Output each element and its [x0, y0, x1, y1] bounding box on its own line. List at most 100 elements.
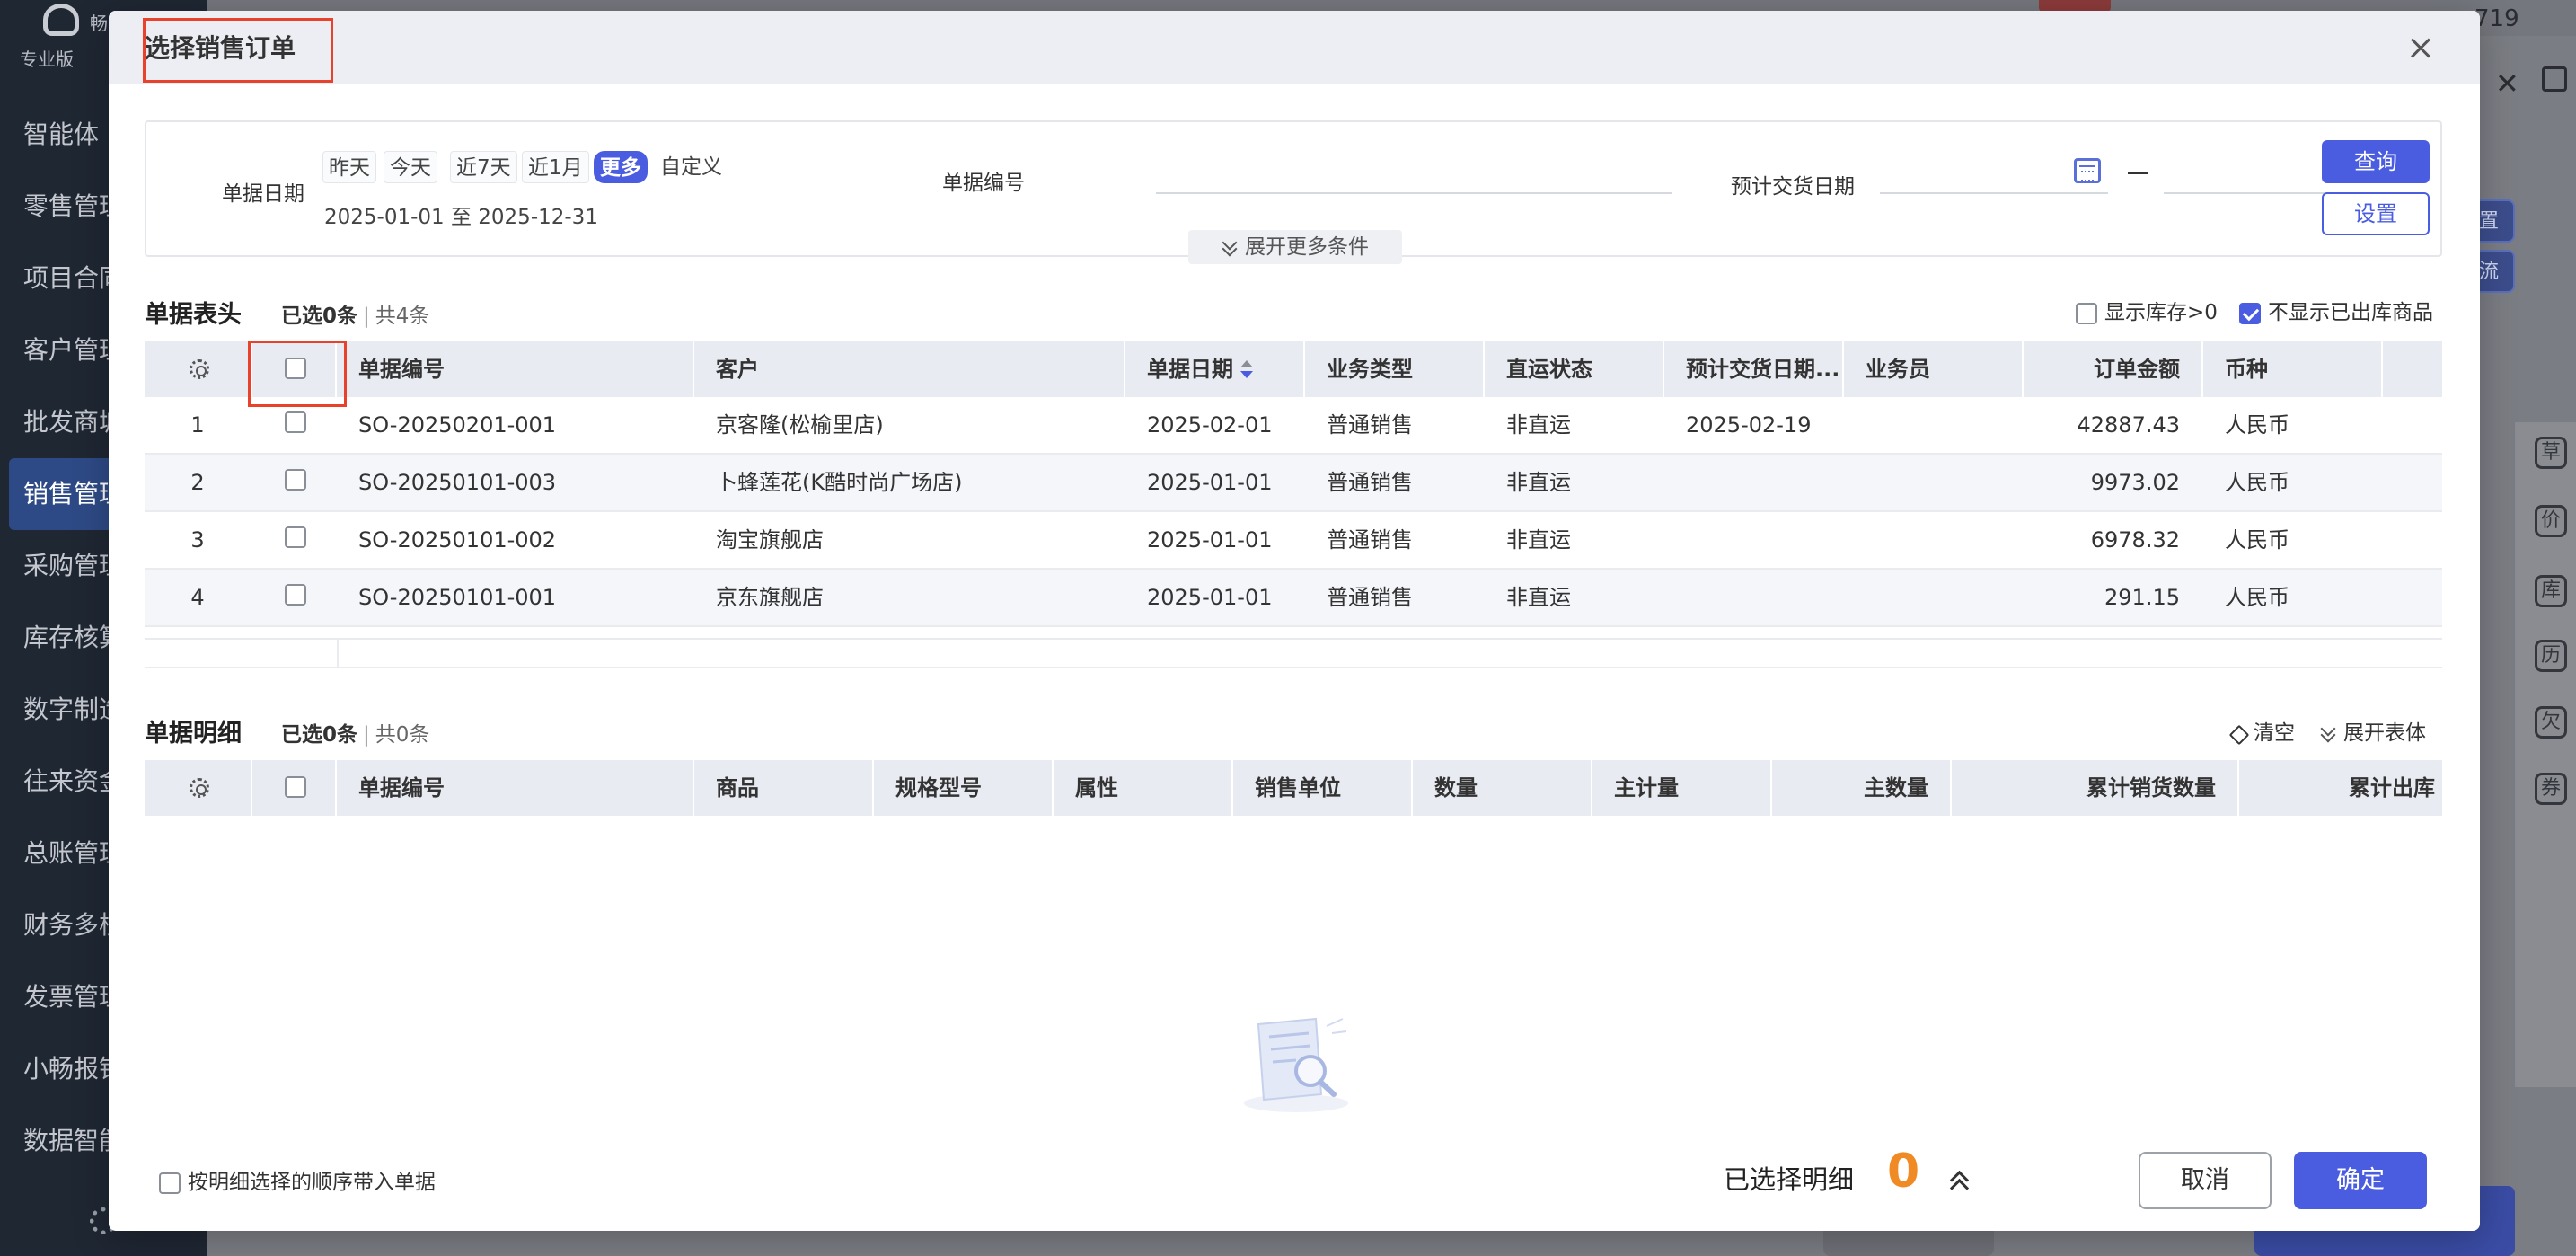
- quick-date-chip[interactable]: 更多: [594, 151, 648, 183]
- quick-date-chip[interactable]: 今天: [384, 151, 437, 183]
- expand-more-conditions-button[interactable]: 展开更多条件: [1188, 230, 1402, 264]
- order-option-checkbox[interactable]: [159, 1172, 181, 1194]
- toolbar-icon[interactable]: 草: [2535, 437, 2567, 469]
- column-header-label: 业务员: [1866, 357, 1930, 382]
- select-sales-order-dialog: 选择销售订单 单据日期 昨天 今天 近7天 近1月 更多 自定义 2025-01-01 至…: [109, 11, 2480, 1231]
- column-header[interactable]: 单据编号: [337, 341, 694, 397]
- table-cell: SO-20250101-001: [358, 585, 557, 610]
- cancel-button[interactable]: 取消: [2139, 1152, 2272, 1209]
- column-settings-gear-icon[interactable]: [190, 359, 209, 379]
- background-close-icon[interactable]: ✕: [2495, 66, 2519, 101]
- sort-icon[interactable]: [1240, 360, 1253, 380]
- selected-detail-count: 0: [1887, 1145, 1920, 1199]
- column-header-label: 预计交货日期...: [1686, 357, 1840, 382]
- column-header[interactable]: 直运状态: [1485, 341, 1664, 397]
- quick-date-chip[interactable]: 昨天: [322, 151, 376, 183]
- column-header[interactable]: 单据日期: [1125, 341, 1305, 397]
- table-cell: 普通销售: [1327, 470, 1413, 495]
- table-row[interactable]: 3 SO-20250101-002 淘宝旗舰店 2025-01-01 普通销售 非直运 69…: [145, 512, 2442, 570]
- toolbar-icon[interactable]: 库: [2535, 575, 2567, 607]
- column-header-label: 业务类型: [1327, 357, 1413, 382]
- table-row[interactable]: 4 SO-20250101-001 京东旗舰店 2025-01-01 普通销售 非直运 29…: [145, 570, 2442, 627]
- quick-date-chip[interactable]: 自定义: [655, 151, 728, 183]
- column-header[interactable]: 币种: [2203, 341, 2383, 397]
- table-cell: SO-20250101-002: [358, 527, 557, 553]
- column-header-label: 单据日期: [1147, 357, 1233, 382]
- double-chevron-up-icon[interactable]: [1946, 1170, 1973, 1197]
- column-header[interactable]: 主计量: [1592, 760, 1772, 816]
- confirm-button[interactable]: 确定: [2294, 1152, 2427, 1209]
- doc-no-input[interactable]: [1156, 153, 1672, 194]
- table-row[interactable]: 1 SO-20250201-001 京客隆(松榆里店) 2025-02-01 普通销售 非…: [145, 397, 2442, 455]
- row-checkbox[interactable]: [285, 469, 306, 491]
- hide-outbound-option[interactable]: 不显示已出库商品: [2239, 295, 2433, 325]
- column-header[interactable]: 单据编号: [337, 760, 694, 816]
- doc-date-label: 单据日期: [222, 182, 304, 206]
- column-header[interactable]: 属性: [1054, 760, 1233, 816]
- table-cell: 非直运: [1506, 527, 1571, 553]
- column-header[interactable]: 规格型号: [874, 760, 1054, 816]
- column-header[interactable]: 累计出库: [2239, 760, 2442, 816]
- close-icon[interactable]: [2403, 31, 2439, 66]
- range-separator: [2128, 172, 2148, 174]
- table-cell: 2025-01-01: [1147, 527, 1273, 553]
- toolbar-icon[interactable]: 欠: [2535, 706, 2567, 739]
- hide-outbound-checkbox[interactable]: [2239, 302, 2261, 324]
- column-header[interactable]: 订单金额: [2024, 341, 2203, 397]
- table-cell: 人民币: [2225, 470, 2289, 495]
- row-checkbox[interactable]: [285, 526, 306, 548]
- table-cell: SO-20250101-003: [358, 470, 557, 495]
- toolbar-icon[interactable]: 历: [2535, 640, 2567, 672]
- column-header[interactable]: 业务类型: [1305, 341, 1485, 397]
- column-header[interactable]: 数量: [1413, 760, 1592, 816]
- column-header[interactable]: 销售单位: [1233, 760, 1413, 816]
- empty-data-illustration: [1244, 1017, 1348, 1112]
- table-cell: 非直运: [1506, 585, 1571, 610]
- show-stock-option[interactable]: 显示库存>0: [2076, 295, 2218, 325]
- header-total-count: 共4条: [375, 305, 430, 328]
- doc-date-range[interactable]: 2025-01-01 至 2025-12-31: [324, 199, 598, 230]
- settings-button[interactable]: 设置: [2322, 192, 2430, 235]
- query-button[interactable]: 查询: [2322, 140, 2430, 183]
- table-row[interactable]: 2 SO-20250101-003 卜蜂莲花(K酷时尚广场店) 2025-01-01 普…: [145, 455, 2442, 512]
- column-header-label: 单据编号: [358, 357, 445, 382]
- background-top-number: 719: [2475, 5, 2519, 32]
- show-stock-checkbox[interactable]: [2076, 302, 2097, 324]
- column-settings-gear-icon[interactable]: [190, 778, 209, 798]
- calendar-icon[interactable]: [2074, 158, 2101, 183]
- column-header[interactable]: 主数量: [1772, 760, 1952, 816]
- column-divider: [251, 760, 252, 816]
- column-header[interactable]: 客户: [694, 341, 1125, 397]
- column-header[interactable]: 预计交货日期...: [1664, 341, 1844, 397]
- row-checkbox[interactable]: [285, 411, 306, 433]
- expand-body-button[interactable]: 展开表体: [2320, 715, 2426, 746]
- header-table: 单据编号 客户 单据日期 业务类型 直运状态 预计交货日期... 业务员 订单金额 币种 1 SO…: [145, 341, 2442, 668]
- clear-button[interactable]: 清空: [2230, 715, 2295, 746]
- table-cell: 42887.43: [2077, 412, 2180, 438]
- table-cell: 非直运: [1506, 470, 1571, 495]
- toolbar-icon[interactable]: 券: [2535, 773, 2567, 805]
- table-cell: [1844, 397, 2024, 453]
- column-header[interactable]: 累计销货数量: [1952, 760, 2239, 816]
- quick-date-chip[interactable]: 近1月: [522, 151, 589, 183]
- clear-label: 清空: [2254, 721, 2295, 745]
- row-checkbox[interactable]: [285, 584, 306, 606]
- order-option[interactable]: 按明细选择的顺序带入单据: [159, 1164, 436, 1195]
- toolbar-icon[interactable]: 价: [2535, 505, 2567, 537]
- app-edition: 专业版: [20, 49, 74, 70]
- quick-date-chip[interactable]: 近7天: [450, 151, 517, 183]
- detail-table-head: 单据编号 商品 规格型号 属性 销售单位 数量 主计量 主数量 累计销货数量 累计出库: [145, 760, 2442, 816]
- table-cell: 9973.02: [2090, 470, 2180, 495]
- eraser-icon: [2230, 726, 2248, 742]
- table-cell: [1844, 455, 2024, 510]
- table-cell: 京东旗舰店: [716, 585, 824, 610]
- row-index: 3: [190, 527, 205, 553]
- column-header[interactable]: 商品: [694, 760, 874, 816]
- selected-detail-label: 已选择明细: [1724, 1164, 1855, 1195]
- detail-select-all-checkbox[interactable]: [285, 776, 306, 798]
- column-header-label: 订单金额: [2094, 357, 2180, 382]
- fullscreen-icon[interactable]: [2542, 66, 2567, 92]
- table-cell: 2025-02-01: [1147, 412, 1273, 438]
- column-header[interactable]: 业务员: [1844, 341, 2024, 397]
- table-cell: 6978.32: [2090, 527, 2180, 553]
